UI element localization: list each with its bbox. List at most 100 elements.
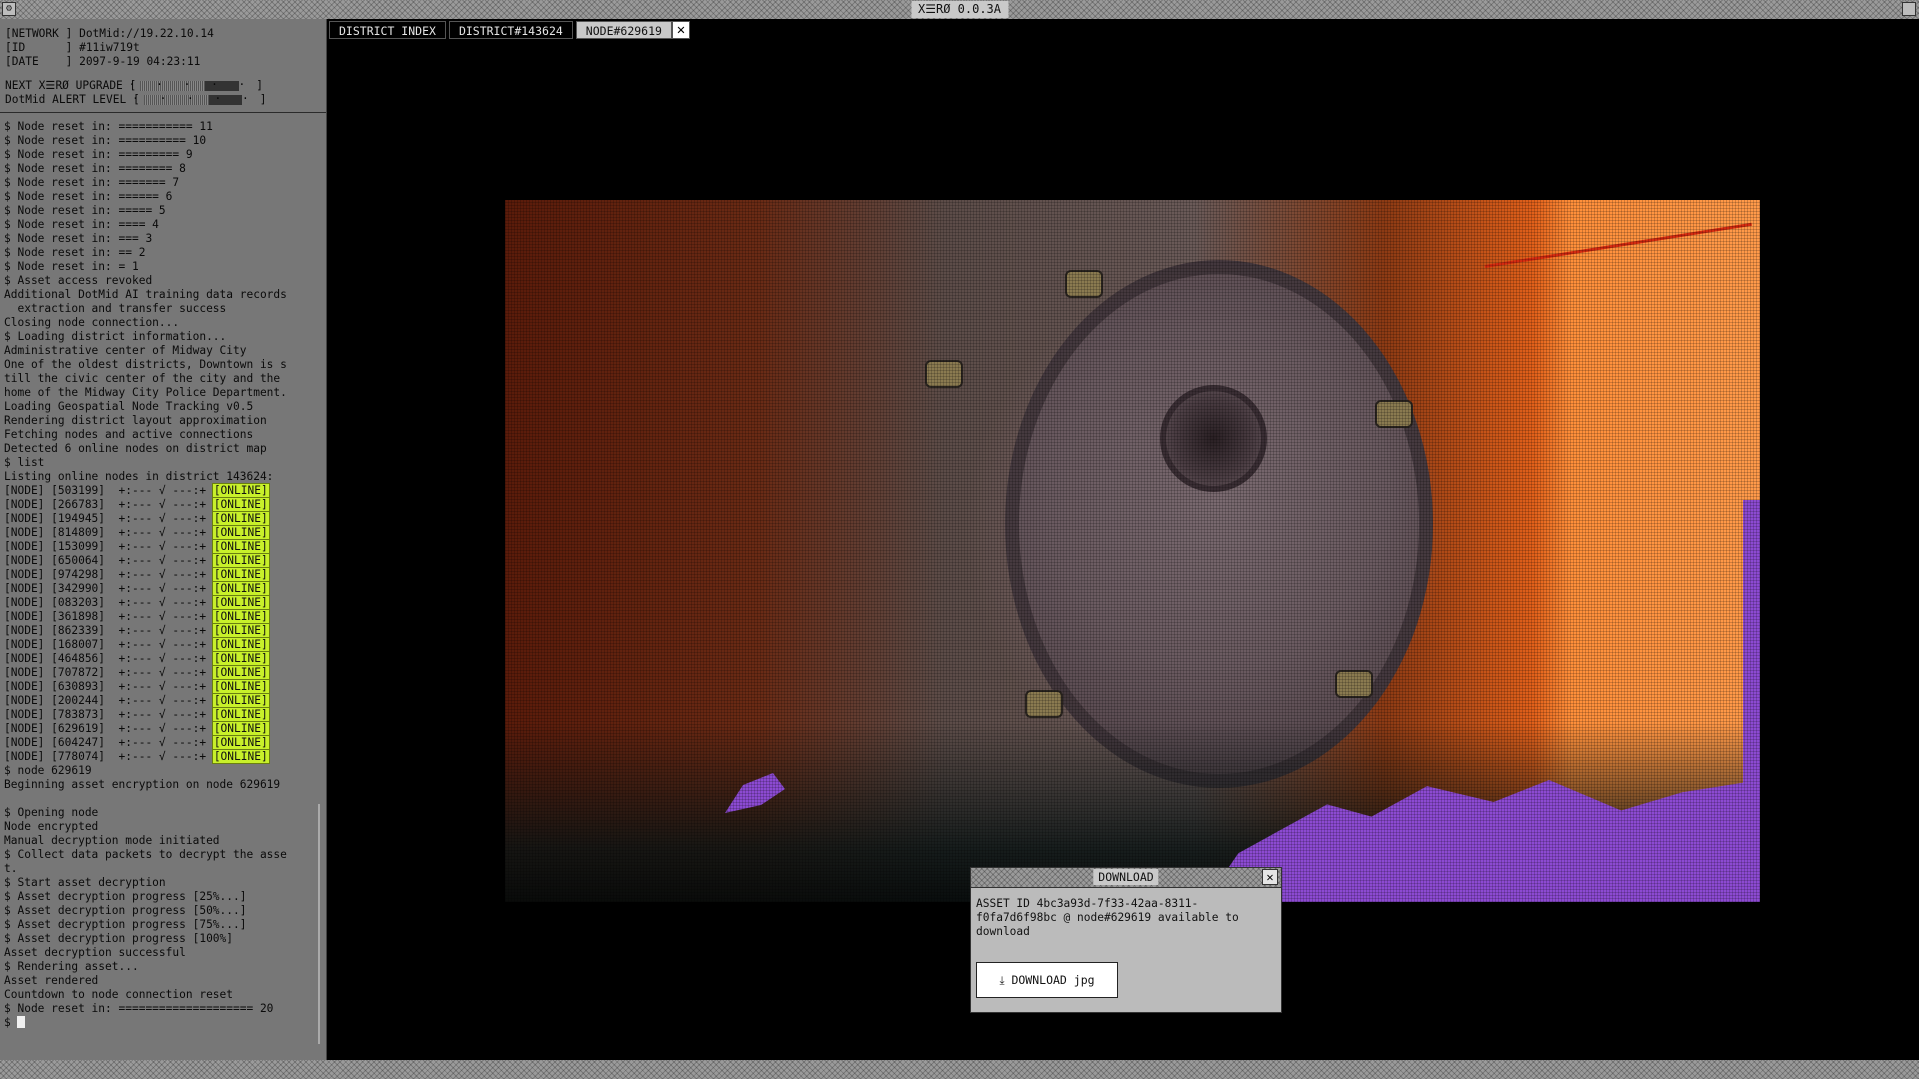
node-list-item: [NODE] [630893] +:--- √ ---:+ [ONLINE]	[4, 679, 326, 694]
terminal-log-line: $ Loading district information...	[4, 330, 227, 343]
terminal-log-line: $ Collect data packets to decrypt the as…	[4, 848, 287, 861]
node-id: [NODE] [200244] +:--- √ ---:+	[4, 694, 213, 707]
terminal-log-line: $ Node reset in: ==== 4	[4, 218, 159, 231]
node-id: [NODE] [862339] +:--- √ ---:+	[4, 624, 213, 637]
status-meters: NEXT X☰RØ UPGRADE [· · · · ·] DotMid ALER…	[0, 69, 326, 107]
status-badge: [ONLINE]	[211, 707, 270, 722]
status-badge: [ONLINE]	[211, 497, 270, 512]
terminal-log-line: $ Asset decryption progress [100%]	[4, 932, 234, 945]
status-badge: [ONLINE]	[211, 581, 270, 596]
terminal-log-line: Listing online nodes in district 143624:	[4, 470, 274, 483]
node-id: [NODE] [974298] +:--- √ ---:+	[4, 568, 213, 581]
terminal-log-line: $ Node reset in: === 3	[4, 232, 153, 245]
status-badge: [ONLINE]	[211, 567, 270, 582]
terminal-log-line: Loading Geospatial Node Tracking v0.5	[4, 400, 254, 413]
text-cursor	[17, 1016, 26, 1028]
node-id: [NODE] [604247] +:--- √ ---:+	[4, 736, 213, 749]
meter-end: ]	[259, 93, 267, 106]
meter-row: NEXT X☰RØ UPGRADE [· · · · ·]	[5, 78, 326, 93]
terminal-log-line: t.	[4, 862, 18, 875]
node-id: [NODE] [503199] +:--- √ ---:+	[4, 484, 213, 497]
terminal-log-line: Rendering district layout approximation	[4, 414, 267, 427]
meter-end: ]	[256, 79, 264, 92]
terminal-log-line	[4, 792, 326, 806]
node-id: [NODE] [630893] +:--- √ ---:+	[4, 680, 213, 693]
status-badge: [ONLINE]	[211, 511, 270, 526]
node-id: [NODE] [361898] +:--- √ ---:+	[4, 610, 213, 623]
status-badge: [ONLINE]	[211, 595, 270, 610]
terminal-log-line: Closing node connection...	[4, 316, 180, 329]
bottom-status-bar	[0, 1060, 1919, 1079]
terminal-log-line: $ Node reset in: == 2	[4, 246, 146, 259]
status-badge: [ONLINE]	[211, 693, 270, 708]
meter-dots: · · · · ·	[128, 78, 253, 91]
terminal-log-line: One of the oldest districts, Downtown is…	[4, 358, 287, 371]
terminal-log-line: $ Node reset in: ==================== 20	[4, 1002, 274, 1015]
node-id: [NODE] [707872] +:--- √ ---:+	[4, 666, 213, 679]
terminal-header-line: [NETWORK ] DotMid://19.22.10.14	[5, 27, 214, 40]
node-id: [NODE] [778074] +:--- √ ---:+	[4, 750, 213, 763]
download-dialog: DOWNLOAD ✕ ASSET ID 4bc3a93d-7f33-42aa-8…	[970, 867, 1282, 1013]
terminal-log-line: $ Node reset in: ========= 9	[4, 148, 193, 161]
terminal-log-line: $ Asset decryption progress [25%...]	[4, 890, 247, 903]
node-list-item: [NODE] [342990] +:--- √ ---:+ [ONLINE]	[4, 581, 326, 596]
status-badge: [ONLINE]	[211, 553, 270, 568]
download-dialog-titlebar: DOWNLOAD ✕	[971, 868, 1281, 888]
close-icon[interactable]: ✕	[1262, 869, 1278, 885]
node-id: [NODE] [650064] +:--- √ ---:+	[4, 554, 213, 567]
terminal-scrollbar[interactable]	[318, 804, 320, 1044]
node-list-item: [NODE] [650064] +:--- √ ---:+ [ONLINE]	[4, 553, 326, 568]
node-id: [NODE] [342990] +:--- √ ---:+	[4, 582, 213, 595]
node-id: [NODE] [083203] +:--- √ ---:+	[4, 596, 213, 609]
terminal-log-line: $ Asset access revoked	[4, 274, 153, 287]
terminal-log: $ Node reset in: =========== 11 $ Node re…	[0, 113, 326, 1030]
terminal-log-line: Beginning asset encryption on node 62961…	[4, 778, 281, 791]
node-list-item: [NODE] [778074] +:--- √ ---:+ [ONLINE]	[4, 749, 326, 764]
terminal-log-line: $ list	[4, 456, 45, 469]
tab-district-143624[interactable]: DISTRICT#143624	[448, 21, 573, 39]
status-badge: [ONLINE]	[211, 651, 270, 666]
node-list-item: [NODE] [503199] +:--- √ ---:+ [ONLINE]	[4, 483, 326, 498]
tab-node-629619[interactable]: NODE#629619	[575, 21, 672, 39]
status-badge: [ONLINE]	[211, 623, 270, 638]
tab-close-icon[interactable]: ✕	[671, 21, 690, 39]
status-badge: [ONLINE]	[211, 637, 270, 652]
terminal-log-line: $ Opening node	[4, 806, 99, 819]
terminal-log-line: $ Node reset in: ======= 7	[4, 176, 180, 189]
terminal-prompt[interactable]: $	[4, 1016, 326, 1030]
meter-bar: · · · · ·	[132, 92, 256, 105]
terminal-log-line: Manual decryption mode initiated	[4, 834, 220, 847]
tab-bar: DISTRICT INDEX DISTRICT#143624 NODE#6296…	[329, 21, 690, 39]
terminal-log-line: $ Node reset in: = 1	[4, 260, 139, 273]
terminal-log-line: Additional DotMid AI training data recor…	[4, 288, 287, 301]
download-jpg-button[interactable]: ⤓ DOWNLOAD jpg	[976, 962, 1118, 998]
node-id: [NODE] [266783] +:--- √ ---:+	[4, 498, 213, 511]
title-bar: ⚙ X☰RØ 0.0.3A	[0, 0, 1919, 19]
terminal-header-line: [ID ] #11iw719t	[5, 41, 140, 54]
download-message: ASSET ID 4bc3a93d-7f33-42aa-8311-f0fa7d6…	[976, 897, 1239, 938]
status-badge: [ONLINE]	[211, 735, 270, 750]
terminal-log-line: Asset decryption successful	[4, 946, 186, 959]
node-id: [NODE] [629619] +:--- √ ---:+	[4, 722, 213, 735]
tab-district-index[interactable]: DISTRICT INDEX	[329, 21, 446, 39]
meter-row: DotMid ALERT LEVEL [· · · · ·]	[5, 92, 326, 107]
window-control-icon[interactable]	[1902, 2, 1916, 16]
status-badge: [ONLINE]	[211, 525, 270, 540]
download-dialog-title: DOWNLOAD	[1093, 869, 1159, 885]
node-list-item: [NODE] [862339] +:--- √ ---:+ [ONLINE]	[4, 623, 326, 638]
terminal-log-line: $ Asset decryption progress [75%...]	[4, 918, 247, 931]
meter-bar: · · · · ·	[129, 78, 252, 91]
meter-label: DotMid ALERT LEVEL [	[5, 93, 140, 106]
node-id: [NODE] [783873] +:--- √ ---:+	[4, 708, 213, 721]
app-menu-icon[interactable]: ⚙	[2, 2, 16, 16]
terminal-log-line: $ Asset decryption progress [50%...]	[4, 904, 247, 917]
terminal-log-line: $ Rendering asset...	[4, 960, 139, 973]
node-list-item: [NODE] [083203] +:--- √ ---:+ [ONLINE]	[4, 595, 326, 610]
asset-image-scanlines	[505, 200, 1760, 902]
node-list-item: [NODE] [266783] +:--- √ ---:+ [ONLINE]	[4, 497, 326, 512]
terminal-log-line: $ Node reset in: =========== 11	[4, 120, 213, 133]
app-title: X☰RØ 0.0.3A	[910, 1, 1009, 18]
node-id: [NODE] [194945] +:--- √ ---:+	[4, 512, 213, 525]
status-badge: [ONLINE]	[211, 483, 270, 498]
status-badge: [ONLINE]	[211, 721, 270, 736]
